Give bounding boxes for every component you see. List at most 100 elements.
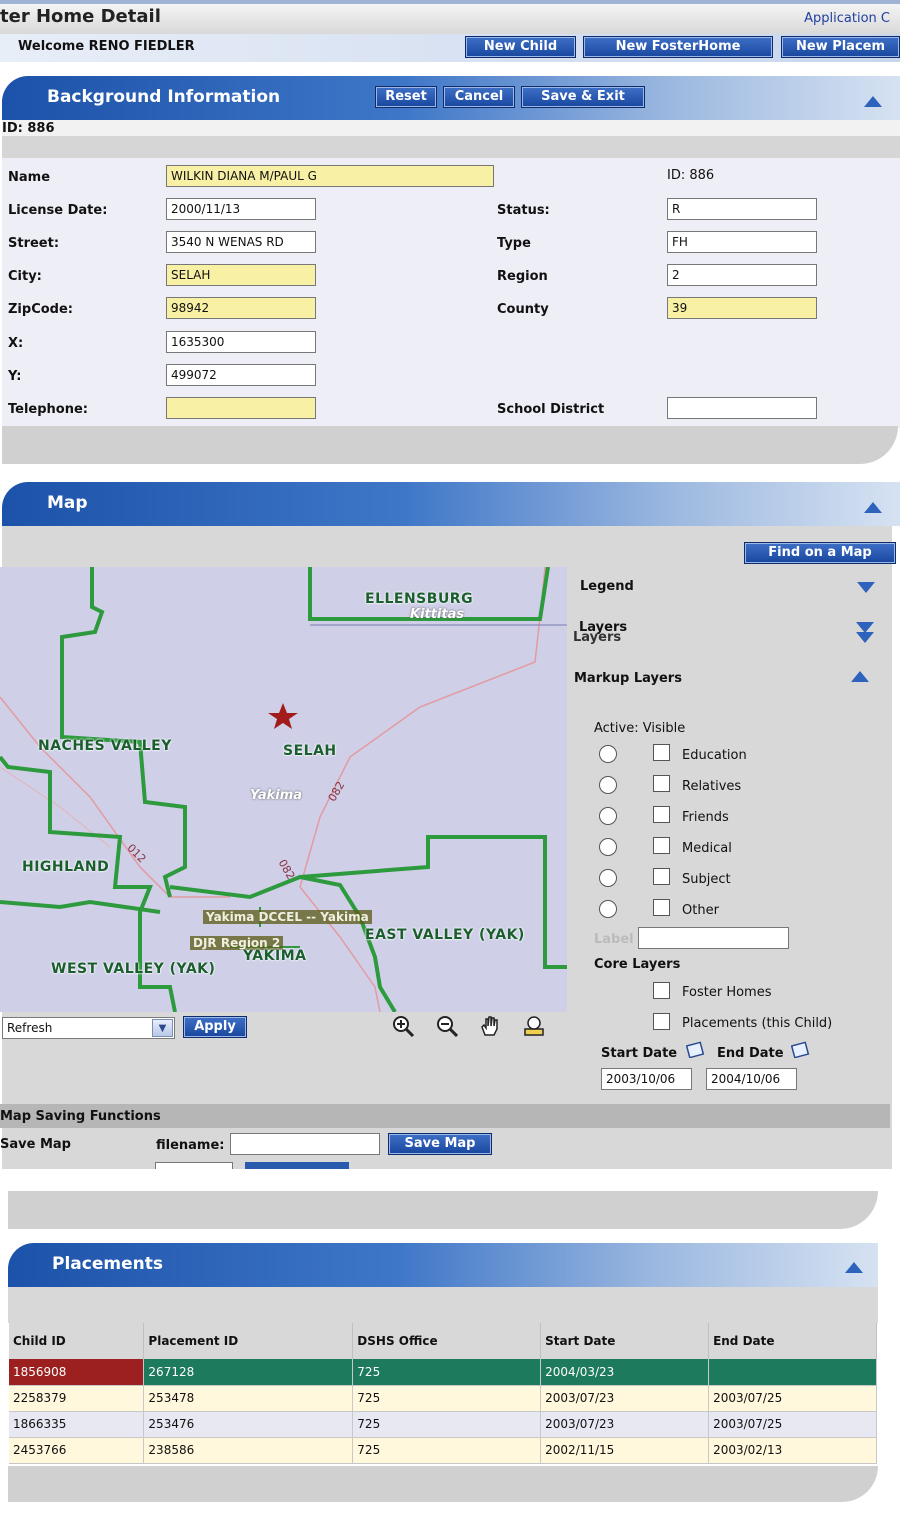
foster-homes-checkbox[interactable] xyxy=(653,982,670,999)
table-cell: 1866335 xyxy=(9,1411,145,1438)
foster-homes-label: Foster Homes xyxy=(682,985,772,1000)
field-input-left[interactable] xyxy=(166,397,316,419)
refresh-select-value: Refresh xyxy=(7,1021,53,1035)
markup-visible-checkbox[interactable] xyxy=(653,837,670,854)
markup-active-radio[interactable] xyxy=(599,900,617,918)
table-row[interactable]: 2258379 253478 725 2003/07/23 2003/07/25 xyxy=(9,1385,877,1412)
markup-active-radio[interactable] xyxy=(599,838,617,856)
markup-active-radio[interactable] xyxy=(599,745,617,763)
field-label-right: Region xyxy=(497,269,548,284)
table-cell xyxy=(708,1359,877,1386)
column-header[interactable]: DSHS Office xyxy=(352,1323,542,1359)
calendar-icon[interactable] xyxy=(791,1040,811,1058)
markup-visible-checkbox[interactable] xyxy=(653,899,670,916)
markup-active-radio[interactable] xyxy=(599,807,617,825)
load-map-select-cropped[interactable] xyxy=(155,1162,233,1169)
field-input-right[interactable]: FH xyxy=(667,231,817,253)
record-id-right: ID: 886 xyxy=(667,168,715,183)
field-input-right[interactable]: 2 xyxy=(667,264,817,286)
map-collapse-up-arrow-icon[interactable] xyxy=(864,502,882,513)
table-row[interactable]: 2453766 238586 725 2002/11/15 2003/02/13 xyxy=(9,1437,877,1464)
load-map-button-cropped[interactable] xyxy=(245,1162,349,1169)
placements-label: Placements (this Child) xyxy=(682,1016,833,1031)
map-section-title: Map xyxy=(47,493,88,513)
table-row[interactable]: 1856908 267128 725 2004/03/23 xyxy=(9,1359,877,1386)
field-input-left[interactable]: 1635300 xyxy=(166,331,316,353)
placements-section-footer xyxy=(8,1466,878,1502)
application-link[interactable]: Application C xyxy=(804,11,890,26)
foster-home-star-icon[interactable] xyxy=(268,703,298,729)
field-label-right: County xyxy=(497,302,549,317)
field-input-right[interactable]: R xyxy=(667,198,817,220)
field-input-left[interactable]: WILKIN DIANA M/PAUL G xyxy=(166,165,494,187)
new-child-button[interactable]: New Child xyxy=(465,36,576,58)
start-date-label: Start Date xyxy=(601,1046,678,1061)
markup-layers-collapse-up-arrow-icon[interactable] xyxy=(851,671,869,682)
end-date-input[interactable]: 2004/10/06 xyxy=(706,1068,797,1090)
layers-header-ghost: Layers xyxy=(573,630,622,645)
field-input-left[interactable]: 98942 xyxy=(166,297,316,319)
markup-active-radio[interactable] xyxy=(599,869,617,887)
field-label-left: License Date: xyxy=(8,203,108,218)
markup-visible-checkbox[interactable] xyxy=(653,868,670,885)
reset-button[interactable]: Reset xyxy=(375,86,437,108)
legend-expand-down-arrow-icon[interactable] xyxy=(857,582,875,593)
boundary-west-valley xyxy=(0,899,161,914)
column-header[interactable]: Placement ID xyxy=(143,1323,354,1359)
filename-input[interactable] xyxy=(230,1133,380,1155)
table-cell: 238586 xyxy=(143,1437,354,1464)
start-date-input[interactable]: 2003/10/06 xyxy=(601,1068,692,1090)
field-input-left[interactable]: SELAH xyxy=(166,264,316,286)
map-label-west-valley: WEST VALLEY (YAK) xyxy=(51,961,216,977)
column-header[interactable]: End Date xyxy=(708,1323,877,1359)
background-section-footer xyxy=(2,426,898,464)
field-input-right[interactable]: 39 xyxy=(667,297,817,319)
find-on-map-button[interactable]: Find on a Map xyxy=(744,542,896,564)
legend-header[interactable]: Legend xyxy=(580,579,634,594)
map-saving-title: Map Saving Functions xyxy=(0,1109,161,1124)
table-row[interactable]: 1866335 253476 725 2003/07/23 2003/07/25 xyxy=(9,1411,877,1438)
apply-button[interactable]: Apply xyxy=(183,1016,247,1038)
field-input-left[interactable]: 3540 N WENAS RD xyxy=(166,231,316,253)
new-placement-button[interactable]: New Placem xyxy=(781,36,900,58)
map-canvas[interactable]: ELLENSBURG Kittitas NACHES VALLEY SELAH … xyxy=(0,567,567,1012)
markup-layer-label: Education xyxy=(682,748,747,763)
placements-checkbox[interactable] xyxy=(653,1013,670,1030)
zoom-in-icon[interactable] xyxy=(392,1015,414,1037)
chevron-down-icon[interactable]: ▼ xyxy=(152,1019,173,1037)
refresh-select[interactable]: Refresh xyxy=(2,1017,175,1039)
markup-visible-checkbox[interactable] xyxy=(653,775,670,792)
placements-spacer xyxy=(8,1287,878,1323)
markup-visible-checkbox[interactable] xyxy=(653,744,670,761)
column-header[interactable]: Child ID xyxy=(9,1323,145,1359)
collapse-up-arrow-icon[interactable] xyxy=(864,96,882,107)
record-id: ID: 886 xyxy=(2,121,55,136)
column-header[interactable]: Start Date xyxy=(540,1323,710,1359)
table-cell: 253478 xyxy=(143,1385,354,1412)
cancel-button[interactable]: Cancel xyxy=(443,86,515,108)
field-label-left: Y: xyxy=(8,369,22,384)
identify-icon[interactable] xyxy=(523,1015,545,1037)
label-input[interactable] xyxy=(638,927,789,949)
pan-hand-icon[interactable] xyxy=(479,1015,501,1037)
table-cell: 267128 xyxy=(143,1359,354,1386)
markup-visible-checkbox[interactable] xyxy=(653,806,670,823)
field-input-left[interactable]: 2000/11/13 xyxy=(166,198,316,220)
placements-header-row: Child ID Placement ID DSHS Office Start Dat… xyxy=(9,1323,877,1359)
save-map-button[interactable]: Save Map xyxy=(388,1133,492,1155)
calendar-icon[interactable] xyxy=(686,1040,706,1058)
field-input-left[interactable]: 499072 xyxy=(166,364,316,386)
markup-layer-label: Medical xyxy=(682,841,732,856)
save-exit-button[interactable]: Save & Exit xyxy=(521,86,645,108)
field-label-right: Type xyxy=(497,236,531,251)
markup-active-radio[interactable] xyxy=(599,776,617,794)
new-fosterhome-button[interactable]: New FosterHome xyxy=(583,36,773,58)
zoom-out-icon[interactable] xyxy=(436,1015,458,1037)
field-input-right[interactable] xyxy=(667,397,817,419)
layers-expand-down-arrow-icon-2[interactable] xyxy=(856,632,874,643)
background-section-title: Background Information xyxy=(47,87,281,107)
field-label-left: City: xyxy=(8,269,42,284)
map-label-yakima-county: Yakima xyxy=(250,788,303,803)
markup-layers-header[interactable]: Markup Layers xyxy=(574,671,682,686)
placements-collapse-up-arrow-icon[interactable] xyxy=(845,1262,863,1273)
